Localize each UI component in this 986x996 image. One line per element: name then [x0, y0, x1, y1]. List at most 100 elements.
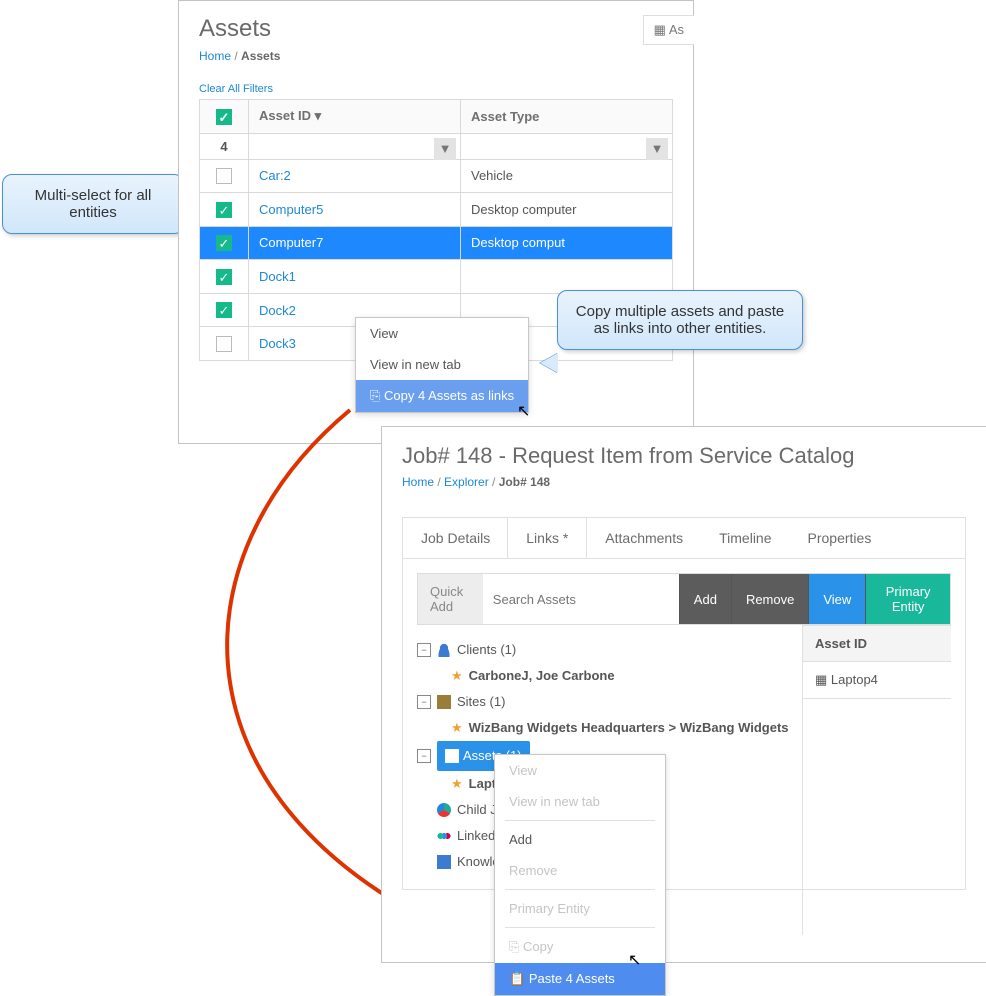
row-checkbox[interactable]: ✓	[216, 302, 232, 318]
filter-input-id[interactable]	[255, 138, 458, 155]
callout-text: Multi-select for all entities	[35, 187, 152, 221]
ctx-remove[interactable]: Remove	[495, 855, 665, 886]
crumb-home[interactable]: Home	[402, 475, 434, 489]
child-jobs-icon	[437, 803, 451, 817]
callout-tail	[540, 353, 558, 373]
tab-links[interactable]: Links *	[507, 518, 587, 558]
tab-properties[interactable]: Properties	[790, 518, 890, 558]
asset-icon	[445, 749, 459, 763]
checkbox-icon: ✓	[216, 109, 232, 125]
tab-job-details[interactable]: Job Details	[403, 518, 508, 558]
filter-row: 4 ▼ ▼	[200, 133, 673, 159]
ctx-primary[interactable]: Primary Entity	[495, 893, 665, 924]
table-row[interactable]: ✓ Computer5 Desktop computer	[200, 193, 673, 227]
knowledge-icon	[437, 855, 451, 869]
collapse-icon[interactable]: −	[417, 749, 431, 763]
row-checkbox[interactable]: ✓	[216, 269, 232, 285]
separator	[505, 889, 655, 890]
side-header: Asset ID	[803, 625, 951, 662]
asset-side-panel: Asset ID ▦ Laptop4	[802, 625, 951, 935]
cursor-icon: ↖	[517, 401, 530, 421]
callout-text: Copy multiple assets and paste as links …	[576, 303, 784, 337]
ctx-add[interactable]: Add	[495, 824, 665, 855]
separator	[505, 820, 655, 821]
links-panel: Quick Add Add Remove View Primary Entity…	[402, 558, 966, 890]
primary-entity-button[interactable]: Primary Entity	[865, 574, 950, 624]
filter-icon[interactable]: ▼	[434, 138, 456, 160]
asset-type: Desktop computer	[461, 193, 673, 227]
selected-count: 4	[220, 139, 227, 154]
crumb-explorer[interactable]: Explorer	[444, 475, 489, 489]
ctx-copy-as-links[interactable]: ⎘ Copy 4 Assets as links	[356, 380, 528, 412]
asset-link[interactable]: Computer5	[259, 202, 323, 217]
top-action-label: As	[669, 22, 684, 37]
ctx-view-new-tab[interactable]: View in new tab	[356, 349, 528, 380]
job-window: Job# 148 - Request Item from Service Cat…	[381, 426, 986, 963]
chevron-down-icon: ▾	[315, 108, 322, 123]
asset-type: Vehicle	[461, 159, 673, 193]
copy-icon: ⎘	[370, 388, 384, 403]
asset-icon: ▦	[654, 22, 669, 37]
filter-input-type[interactable]	[467, 138, 670, 155]
asset-link[interactable]: Computer7	[259, 235, 323, 250]
col-asset-id[interactable]: Asset ID ▾	[249, 100, 461, 134]
asset-link[interactable]: Dock3	[259, 336, 296, 351]
collapse-icon[interactable]: −	[417, 643, 431, 657]
asset-link[interactable]: Car:2	[259, 168, 291, 183]
linked-jobs-icon	[437, 829, 451, 843]
search-assets-input[interactable]	[483, 574, 679, 624]
select-all-header[interactable]: ✓	[200, 100, 249, 134]
side-row[interactable]: ▦ Laptop4	[803, 662, 951, 699]
action-bar: Quick Add Add Remove View Primary Entity	[417, 573, 951, 625]
star-icon: ★	[451, 663, 463, 689]
collapse-icon[interactable]: −	[417, 695, 431, 709]
table-row[interactable]: Car:2 Vehicle	[200, 159, 673, 193]
asset-link[interactable]: Dock1	[259, 269, 296, 284]
add-button[interactable]: Add	[679, 574, 731, 624]
asset-type	[461, 260, 673, 294]
asset-type: Desktop comput	[461, 226, 673, 260]
separator	[505, 927, 655, 928]
cursor-icon: ↖	[628, 950, 641, 970]
header-row: ✓ Asset ID ▾ Asset Type	[200, 100, 673, 134]
filter-asset-id[interactable]: ▼	[249, 133, 461, 159]
tab-timeline[interactable]: Timeline	[701, 518, 789, 558]
callout-multiselect: Multi-select for all entities	[2, 174, 184, 234]
row-checkbox[interactable]: ✓	[216, 235, 232, 251]
assets-window: ▦ As Assets Home / Assets Clear All Filt…	[178, 0, 694, 444]
row-checkbox[interactable]	[216, 168, 232, 184]
asset-icon: ▦	[815, 672, 831, 687]
site-icon	[437, 695, 451, 709]
table-row-selected[interactable]: ✓ Computer7 Desktop comput	[200, 226, 673, 260]
table-row[interactable]: ✓ Dock1	[200, 260, 673, 294]
clear-filters-link[interactable]: Clear All Filters	[199, 83, 673, 95]
star-icon: ★	[451, 771, 463, 797]
page-title: Assets	[199, 15, 673, 43]
user-icon	[437, 643, 451, 657]
ctx-view[interactable]: View	[495, 755, 665, 786]
callout-copypaste: Copy multiple assets and paste as links …	[557, 290, 803, 350]
tab-bar: Job Details Links * Attachments Timeline…	[402, 517, 966, 558]
quick-add-label: Quick Add	[418, 574, 483, 624]
remove-button[interactable]: Remove	[731, 574, 808, 624]
row-checkbox[interactable]: ✓	[216, 202, 232, 218]
page-title: Job# 148 - Request Item from Service Cat…	[402, 443, 966, 469]
crumb-home[interactable]: Home	[199, 49, 231, 63]
ctx-view[interactable]: View	[356, 318, 528, 349]
view-button[interactable]: View	[808, 574, 865, 624]
breadcrumb: Home / Explorer / Job# 148	[402, 475, 966, 489]
context-menu-assets: View View in new tab ⎘ Copy 4 Assets as …	[355, 317, 529, 413]
asset-link[interactable]: Dock2	[259, 303, 296, 318]
row-checkbox[interactable]	[216, 336, 232, 352]
count-cell: 4	[200, 133, 249, 159]
copy-icon: ⎘	[509, 939, 523, 954]
tab-attachments[interactable]: Attachments	[587, 518, 701, 558]
filter-icon[interactable]: ▼	[646, 138, 668, 160]
paste-icon: 📋	[509, 971, 529, 986]
star-icon: ★	[451, 715, 463, 741]
top-action-button[interactable]: ▦ As	[643, 15, 694, 45]
ctx-view-new-tab[interactable]: View in new tab	[495, 786, 665, 817]
filter-asset-type[interactable]: ▼	[461, 133, 673, 159]
breadcrumb: Home / Assets	[199, 49, 673, 63]
col-asset-type[interactable]: Asset Type	[461, 100, 673, 134]
